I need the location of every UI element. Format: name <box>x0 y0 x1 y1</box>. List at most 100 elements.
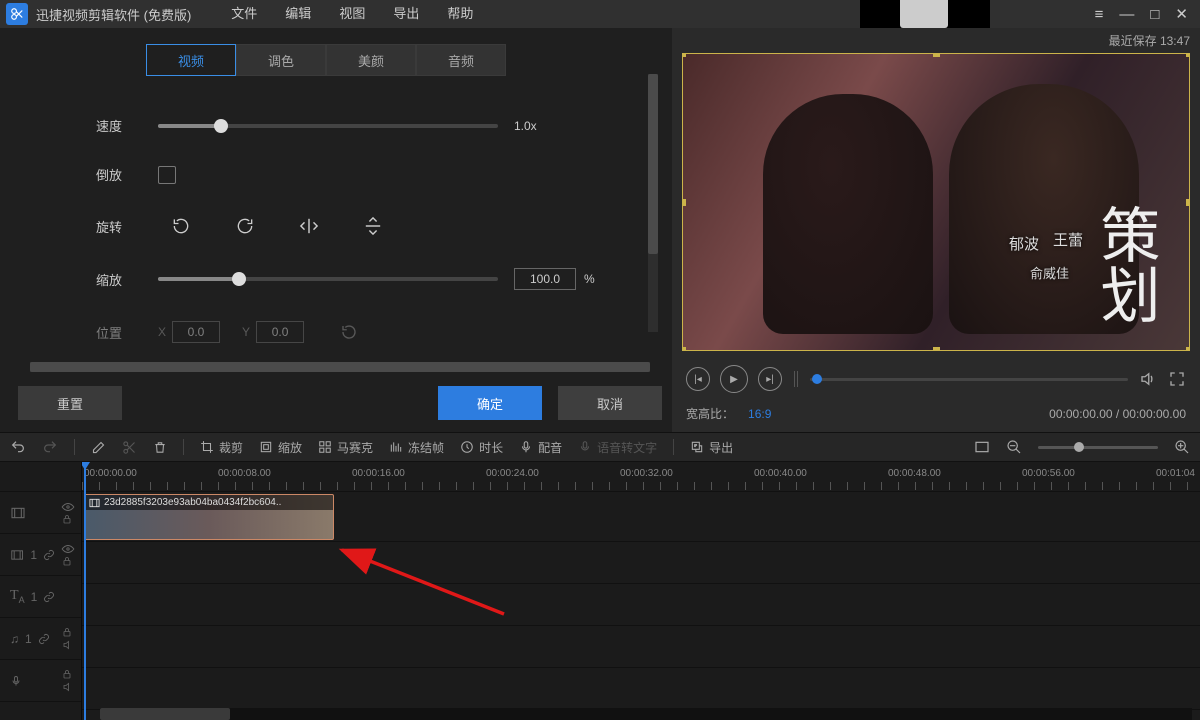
flip-horizontal-icon[interactable] <box>286 214 332 238</box>
mic-track[interactable] <box>82 668 1200 710</box>
pos-y-label: Y <box>242 325 250 339</box>
tool-dub[interactable]: 配音 <box>519 439 562 456</box>
reset-position-icon[interactable] <box>326 320 372 344</box>
seek-slider[interactable] <box>810 378 1128 381</box>
speed-slider[interactable] <box>158 124 498 128</box>
text-track[interactable] <box>82 584 1200 626</box>
prev-frame-button[interactable]: |◂ <box>686 367 710 391</box>
mic-icon <box>10 674 22 688</box>
minimize-icon[interactable]: — <box>1119 6 1134 23</box>
rotate-row: 旋转 <box>96 214 662 238</box>
video-track-2[interactable] <box>82 542 1200 584</box>
pos-y-value[interactable]: 0.0 <box>256 321 304 343</box>
tool-crop[interactable]: 裁剪 <box>200 439 243 456</box>
tool-export[interactable]: 导出 <box>690 439 733 456</box>
fit-icon[interactable] <box>974 440 990 454</box>
cut-icon[interactable] <box>122 440 137 455</box>
speed-label: 速度 <box>96 116 158 135</box>
menu-view[interactable]: 视图 <box>325 0 379 28</box>
redo-icon[interactable] <box>42 439 58 455</box>
playback-bar: |◂ ▶ ▸| <box>672 359 1200 399</box>
menu-help[interactable]: 帮助 <box>433 0 487 28</box>
credit-3: 俞威佳 <box>1030 263 1069 282</box>
aspect-label: 宽高比： <box>686 405 734 422</box>
maximize-icon[interactable]: □ <box>1150 6 1159 23</box>
preview-canvas[interactable]: 郁波 王蕾 俞威佳 策划 <box>682 53 1190 351</box>
menu-edit[interactable]: 编辑 <box>271 0 325 28</box>
flip-vertical-icon[interactable] <box>350 214 396 238</box>
credit-2: 王蕾 <box>1053 229 1083 250</box>
link-icon[interactable] <box>43 549 55 561</box>
panel-vscrollbar[interactable] <box>648 74 658 332</box>
track-head-video[interactable] <box>0 492 81 534</box>
timeline-hscrollbar[interactable] <box>100 708 1192 720</box>
aspect-value[interactable]: 16:9 <box>748 407 771 421</box>
title-bar-thumbnail <box>860 0 990 28</box>
tracks-area[interactable]: 00:00:00.00 00:00:08.00 00:00:16.00 00:0… <box>82 462 1200 720</box>
rotate-label: 旋转 <box>96 217 158 236</box>
delete-icon[interactable] <box>153 440 167 455</box>
track-head-audio[interactable]: ♫ 1 <box>0 618 81 660</box>
edit-icon[interactable] <box>91 440 106 455</box>
close-icon[interactable]: ✕ <box>1175 5 1188 23</box>
clip-properties-panel: 视频 调色 美颜 音频 速度 1.0x 倒放 旋转 <box>0 28 672 432</box>
play-button[interactable]: ▶ <box>720 365 748 393</box>
tool-scale[interactable]: 缩放 <box>259 439 302 456</box>
tab-beauty[interactable]: 美颜 <box>326 44 416 76</box>
volume-icon[interactable] <box>1138 370 1158 388</box>
aspect-row: 宽高比： 16:9 00:00:00.00 / 00:00:00.00 <box>672 399 1200 432</box>
preview-figure-left <box>763 94 933 334</box>
film-icon <box>10 506 26 520</box>
link-icon[interactable] <box>43 591 55 603</box>
tool-mosaic[interactable]: 马赛克 <box>318 439 373 456</box>
audio-track[interactable] <box>82 626 1200 668</box>
timeline: 1 TA 1 ♫ 1 00:00:00.00 00:00:08.00 00:00… <box>0 462 1200 720</box>
playhead[interactable] <box>84 462 86 720</box>
fullscreen-icon[interactable] <box>1168 370 1186 388</box>
next-frame-button[interactable]: ▸| <box>758 367 782 391</box>
app-title: 迅捷视频剪辑软件 (免费版) <box>36 5 191 24</box>
rotate-cw-icon[interactable] <box>222 214 268 238</box>
scale-row: 缩放 100.0 % <box>96 268 662 290</box>
track-head-mic[interactable] <box>0 660 81 702</box>
scale-unit: % <box>584 272 595 286</box>
menu-file[interactable]: 文件 <box>217 0 271 28</box>
window-controls: ≡ — □ ✕ <box>1095 5 1194 23</box>
timeline-toolbar: 裁剪 缩放 马赛克 冻结帧 时长 配音 语音转文字 导出 <box>0 432 1200 462</box>
timeline-clip[interactable]: 23d2885f3203e93ab04ba0434f2bc604.. <box>84 494 334 540</box>
scale-value[interactable]: 100.0 <box>514 268 576 290</box>
pos-x-value[interactable]: 0.0 <box>172 321 220 343</box>
link-icon[interactable] <box>38 633 50 645</box>
scale-slider[interactable] <box>158 277 498 281</box>
cancel-button[interactable]: 取消 <box>558 386 662 420</box>
tool-freeze[interactable]: 冻结帧 <box>389 439 444 456</box>
hamburger-icon[interactable]: ≡ <box>1095 6 1104 23</box>
rotate-ccw-icon[interactable] <box>158 214 204 238</box>
tab-video[interactable]: 视频 <box>146 44 236 76</box>
track-headers: 1 TA 1 ♫ 1 <box>0 462 82 720</box>
track-head-text[interactable]: TA 1 <box>0 576 81 618</box>
menu-export[interactable]: 导出 <box>379 0 433 28</box>
timecode: 00:00:00.00 / 00:00:00.00 <box>1049 407 1186 421</box>
time-ruler[interactable]: 00:00:00.00 00:00:08.00 00:00:16.00 00:0… <box>82 462 1200 492</box>
tool-duration[interactable]: 时长 <box>460 439 503 456</box>
ok-button[interactable]: 确定 <box>438 386 542 420</box>
panel-hscrollbar[interactable] <box>30 362 650 372</box>
preview-pane: 最近保存 13:47 郁波 王蕾 俞威佳 策划 |◂ ▶ ▸| 宽高比： 16:… <box>672 28 1200 432</box>
stop-icon[interactable] <box>794 371 798 387</box>
reverse-label: 倒放 <box>96 165 158 184</box>
reverse-checkbox[interactable] <box>158 166 176 184</box>
reset-button[interactable]: 重置 <box>18 386 122 420</box>
clip-name: 23d2885f3203e93ab04ba0434f2bc604.. <box>104 497 281 508</box>
track-head-video2[interactable]: 1 <box>0 534 81 576</box>
tool-stt[interactable]: 语音转文字 <box>578 439 657 456</box>
tab-audio[interactable]: 音频 <box>416 44 506 76</box>
zoom-out-icon[interactable] <box>1006 439 1022 455</box>
video-track-1[interactable]: 23d2885f3203e93ab04ba0434f2bc604.. <box>82 492 1200 542</box>
tab-color[interactable]: 调色 <box>236 44 326 76</box>
zoom-slider[interactable] <box>1038 446 1158 449</box>
film-icon <box>10 548 24 562</box>
undo-icon[interactable] <box>10 439 26 455</box>
zoom-in-icon[interactable] <box>1174 439 1190 455</box>
scale-label: 缩放 <box>96 270 158 289</box>
